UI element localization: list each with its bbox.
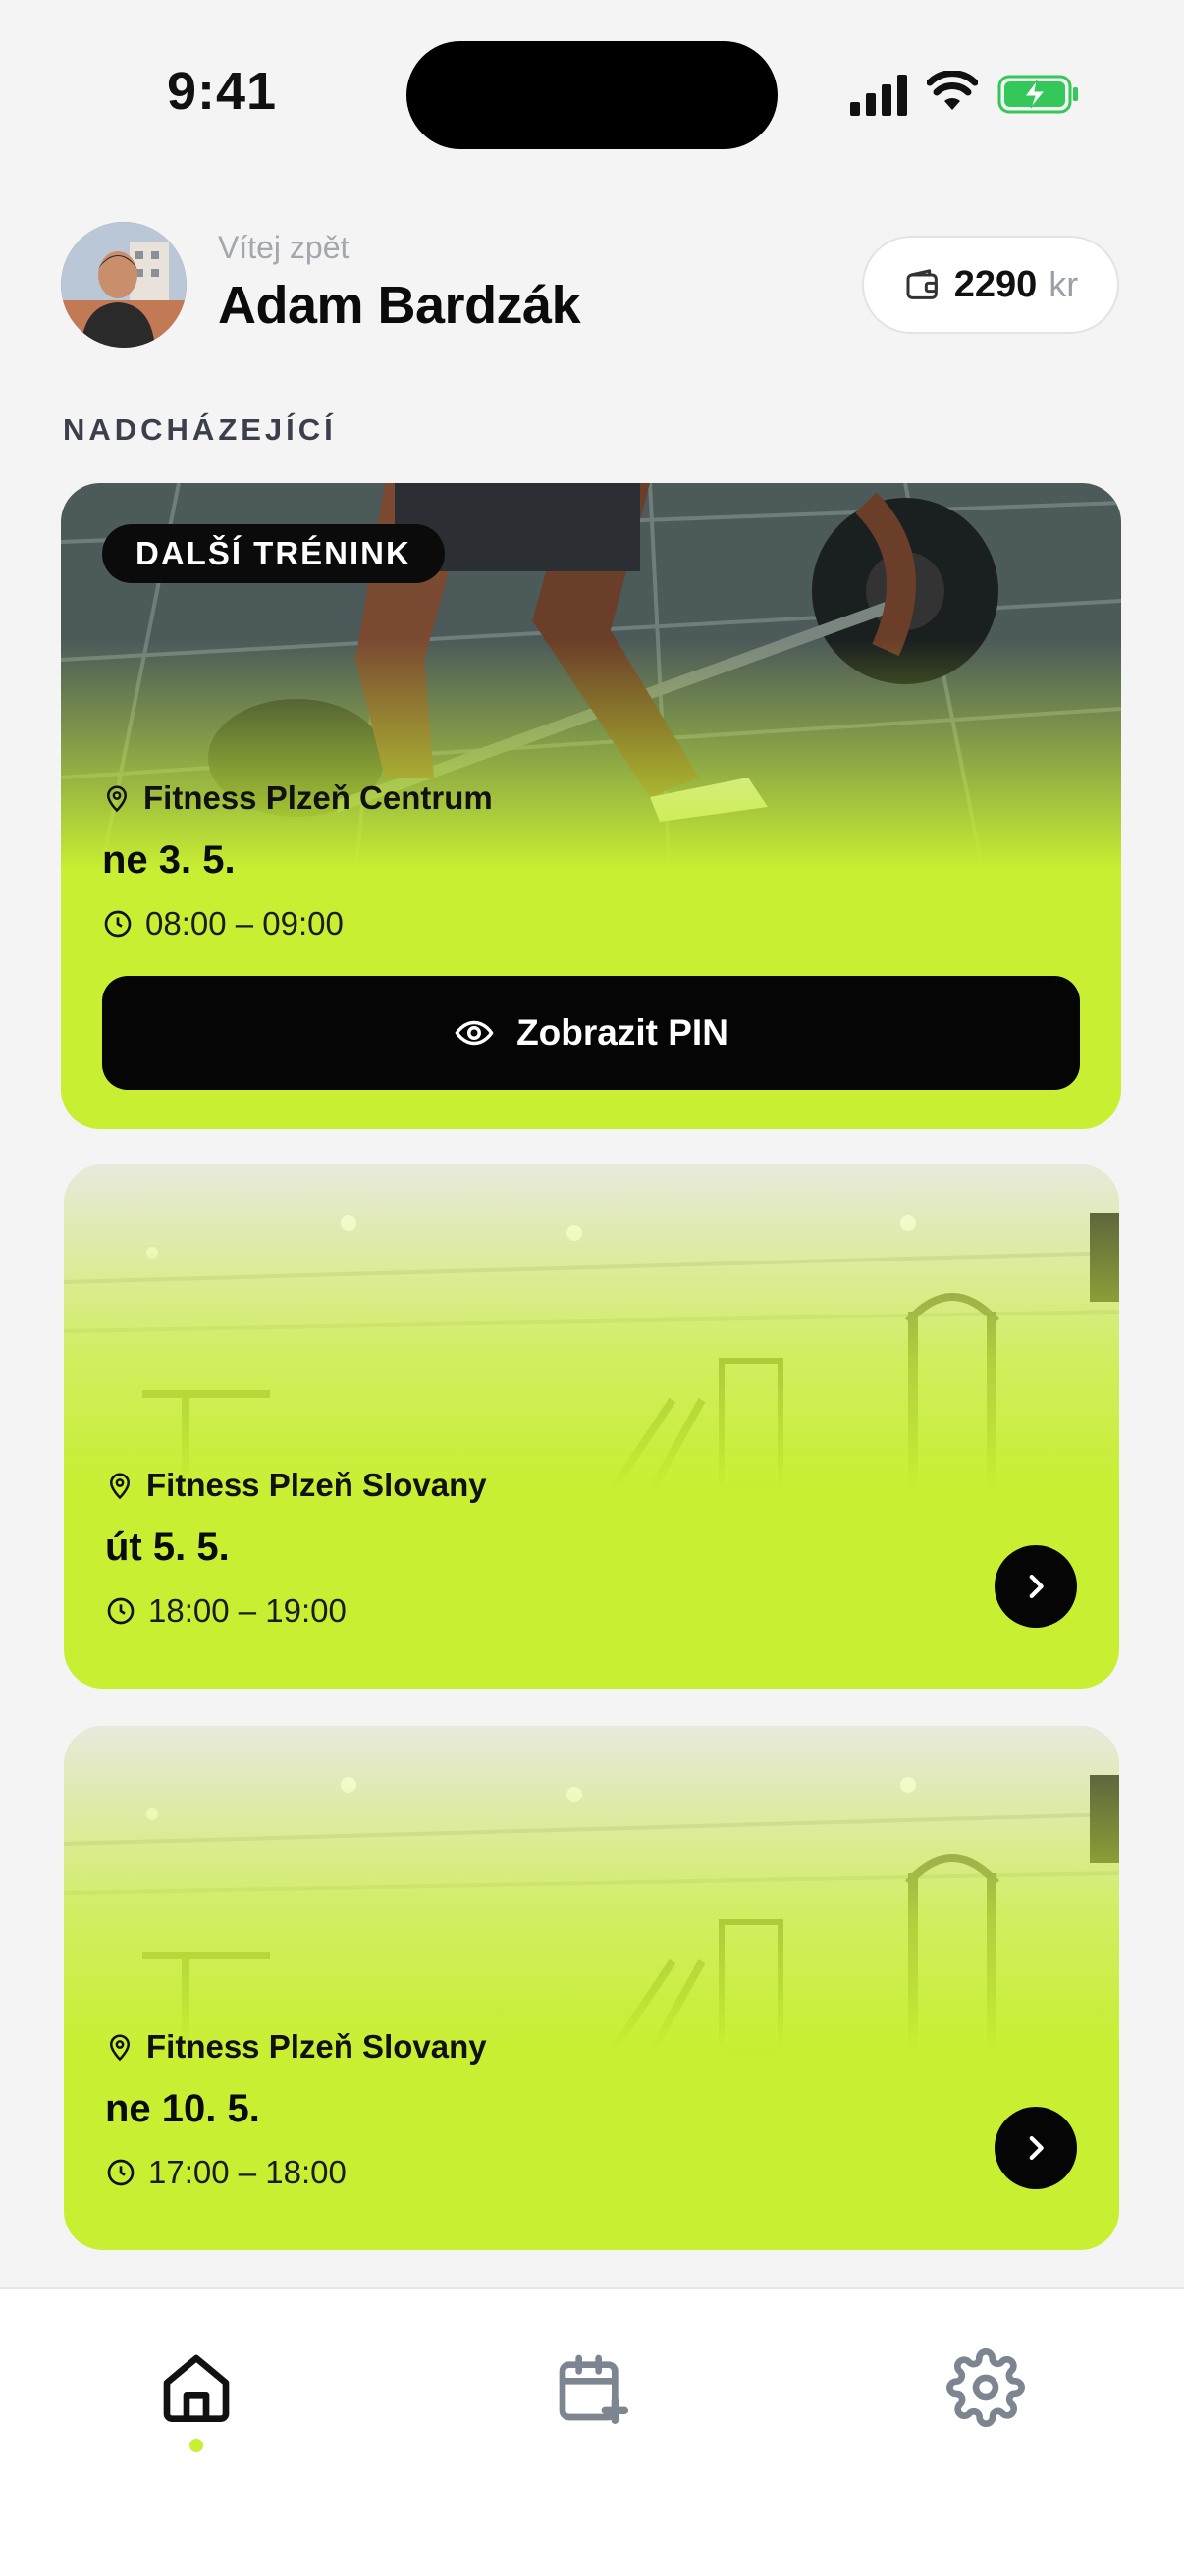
home-icon: [163, 2354, 230, 2422]
show-pin-label: Zobrazit PIN: [516, 1012, 728, 1052]
next-training-badge: DALŠÍ TRÉNINK: [102, 524, 445, 583]
location-pin-icon: [109, 2034, 131, 2062]
image-gradient: [64, 1726, 1119, 2079]
active-tab-indicator: [189, 2439, 203, 2452]
wallet-currency: kr: [1049, 264, 1079, 304]
time-text: 18:00 – 19:00: [148, 1592, 347, 1629]
welcome-text: Vítej zpět: [218, 230, 350, 265]
user-name: Adam Bardzák: [218, 276, 581, 335]
clock-icon: [104, 910, 132, 938]
training-card[interactable]: Fitness Plzeň Slovany ne 10. 5. 17:00 – …: [64, 1726, 1119, 2250]
wallet-icon: [906, 269, 938, 299]
open-training-button[interactable]: [995, 1545, 1077, 1628]
location-row: Fitness Plzeň Slovany: [105, 2028, 487, 2066]
chevron-right-icon: [1029, 1574, 1044, 1599]
eye-icon: [455, 1020, 494, 1046]
location-row: Fitness Plzeň Slovany: [105, 1467, 487, 1504]
time-text: 08:00 – 09:00: [145, 905, 344, 941]
location-text: Fitness Plzeň Slovany: [146, 2028, 487, 2065]
location-pin-icon: [109, 1473, 131, 1500]
status-time: 9:41: [167, 62, 278, 121]
clock-icon: [107, 2159, 135, 2186]
wifi-icon: [927, 71, 978, 110]
location-text: Fitness Plzeň Centrum: [143, 779, 493, 816]
open-training-button[interactable]: [995, 2107, 1077, 2189]
section-title: NADCHÁZEJÍCÍ: [63, 412, 337, 447]
training-date: ne 10. 5.: [105, 2087, 260, 2130]
clock-icon: [107, 1597, 135, 1625]
time-row: 18:00 – 19:00: [105, 1592, 347, 1630]
tab-settings[interactable]: [946, 2348, 1025, 2427]
wallet-amount: 2290: [953, 263, 1038, 305]
time-row: 17:00 – 18:00: [105, 2154, 347, 2191]
tab-bar: [0, 2287, 1184, 2576]
location-pin-icon: [106, 785, 128, 813]
training-date: út 5. 5.: [105, 1526, 230, 1569]
location-row: Fitness Plzeň Centrum: [102, 779, 493, 817]
time-text: 17:00 – 18:00: [148, 2154, 347, 2190]
cellular-signal-icon: [850, 75, 907, 116]
tab-home[interactable]: [157, 2348, 236, 2427]
image-gradient: [64, 1164, 1119, 1518]
training-card[interactable]: Fitness Plzeň Slovany út 5. 5. 18:00 – 1…: [64, 1164, 1119, 1689]
tab-book-training[interactable]: [553, 2348, 631, 2427]
wallet-balance-button[interactable]: 2290 kr: [862, 236, 1119, 334]
dynamic-island: [406, 41, 778, 149]
gear-icon: [946, 2348, 1025, 2427]
next-training-card[interactable]: DALŠÍ TRÉNINK Fitness Plzeň Centrum ne 3…: [61, 483, 1121, 1129]
time-row: 08:00 – 09:00: [102, 905, 344, 942]
training-date: ne 3. 5.: [102, 838, 236, 882]
calendar-plus-icon: [559, 2354, 628, 2424]
location-text: Fitness Plzeň Slovany: [146, 1467, 487, 1503]
avatar[interactable]: [61, 222, 187, 348]
battery-charging-icon: [997, 75, 1078, 114]
show-pin-button[interactable]: Zobrazit PIN: [102, 976, 1080, 1090]
chevron-right-icon: [1029, 2135, 1044, 2161]
